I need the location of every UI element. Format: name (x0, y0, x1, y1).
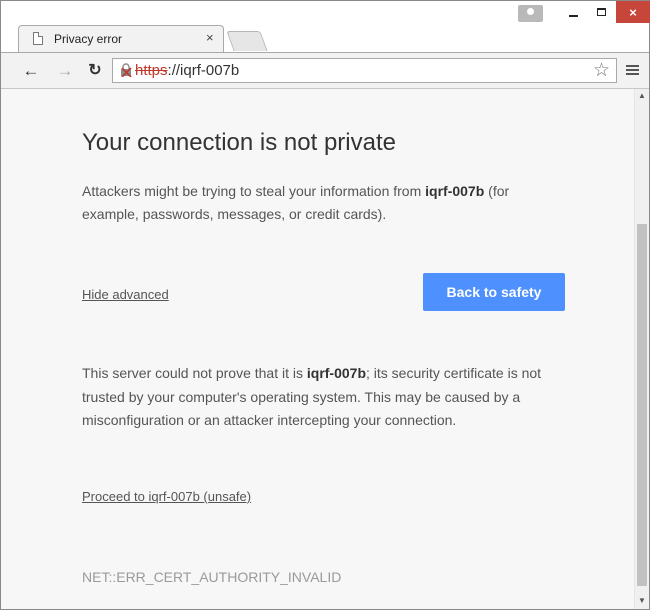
minimize-button[interactable] (560, 1, 586, 23)
hamburger-menu-icon[interactable] (626, 65, 639, 76)
tab-close-icon[interactable]: × (206, 30, 214, 45)
details-host: iqrf-007b (306, 365, 366, 381)
back-to-safety-button[interactable]: Back to safety (423, 273, 565, 311)
proceed-unsafe-link[interactable]: Proceed to iqrf-007b (unsafe) (82, 489, 251, 504)
maximize-icon (596, 8, 606, 16)
browser-toolbar: ← → ↻ https://iqrf-007b (1, 52, 649, 89)
details-text: This server could not prove that it is (82, 365, 307, 381)
page-title: Your connection is not private (82, 129, 396, 156)
hide-advanced-link[interactable]: Hide advanced (82, 287, 169, 302)
star-icon[interactable]: ☆ (593, 61, 610, 80)
address-bar[interactable]: https://iqrf-007b (112, 58, 617, 83)
url-text[interactable]: https://iqrf-007b (135, 62, 239, 79)
user-glyph (527, 8, 534, 15)
desc-text: Attackers might be trying to steal your … (82, 183, 426, 199)
title-bar: Privacy error × × (1, 1, 650, 52)
url-scheme: https (135, 62, 168, 79)
minimize-icon (568, 15, 578, 17)
scroll-thumb[interactable] (637, 224, 647, 586)
close-window-button[interactable]: × (616, 1, 650, 23)
advanced-details: This server could not prove that it is i… (82, 362, 572, 433)
warning-description: Attackers might be trying to steal your … (82, 180, 562, 226)
page-icon (33, 32, 43, 45)
url-host: ://iqrf-007b (167, 62, 240, 79)
page-content: Your connection is not private Attackers… (1, 89, 634, 609)
forward-arrow-icon[interactable]: → (55, 60, 75, 80)
tab-privacy-error[interactable]: Privacy error × (18, 25, 224, 52)
broken-lock-icon[interactable] (120, 63, 132, 77)
new-tab-button[interactable] (226, 31, 268, 51)
close-icon: × (629, 4, 637, 20)
scrollbar[interactable]: ▲ ▼ (634, 89, 649, 609)
host-name: iqrf-007b (425, 183, 485, 199)
scroll-down-arrow-icon[interactable]: ▼ (638, 597, 646, 605)
browser-window: Privacy error × × ← → ↻ https://iqrf-007… (0, 0, 650, 610)
tab-title: Privacy error (54, 32, 123, 46)
user-icon[interactable] (518, 5, 543, 22)
scroll-up-arrow-icon[interactable]: ▲ (638, 92, 646, 100)
error-code: NET::ERR_CERT_AUTHORITY_INVALID (82, 569, 342, 585)
maximize-button[interactable] (588, 1, 614, 23)
reload-icon[interactable]: ↻ (85, 60, 105, 80)
back-arrow-icon[interactable]: ← (21, 60, 41, 80)
